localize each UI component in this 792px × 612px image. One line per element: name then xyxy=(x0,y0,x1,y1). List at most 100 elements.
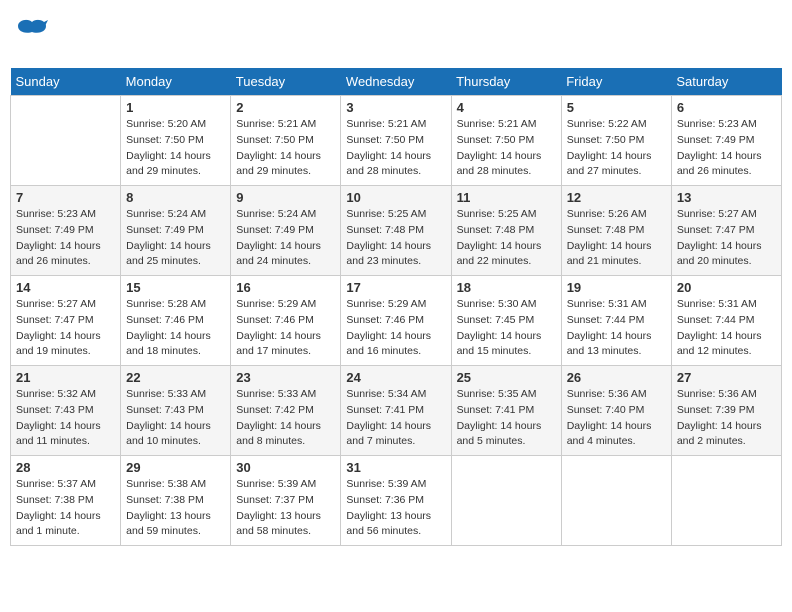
weekday-header-wednesday: Wednesday xyxy=(341,68,451,96)
calendar-cell: 17 Sunrise: 5:29 AMSunset: 7:46 PMDayligh… xyxy=(341,276,451,366)
day-number: 28 xyxy=(16,460,115,475)
calendar-cell xyxy=(671,456,781,546)
day-info: Sunrise: 5:27 AMSunset: 7:47 PMDaylight:… xyxy=(677,207,776,270)
calendar-cell: 13 Sunrise: 5:27 AMSunset: 7:47 PMDayligh… xyxy=(671,186,781,276)
day-info: Sunrise: 5:21 AMSunset: 7:50 PMDaylight:… xyxy=(236,117,335,180)
calendar-cell: 27 Sunrise: 5:36 AMSunset: 7:39 PMDayligh… xyxy=(671,366,781,456)
day-number: 4 xyxy=(457,100,556,115)
calendar-cell xyxy=(11,96,121,186)
day-number: 8 xyxy=(126,190,225,205)
calendar-week-3: 14 Sunrise: 5:27 AMSunset: 7:47 PMDayligh… xyxy=(11,276,782,366)
calendar-cell: 29 Sunrise: 5:38 AMSunset: 7:38 PMDayligh… xyxy=(121,456,231,546)
day-info: Sunrise: 5:36 AMSunset: 7:40 PMDaylight:… xyxy=(567,387,666,450)
calendar-cell: 26 Sunrise: 5:36 AMSunset: 7:40 PMDayligh… xyxy=(561,366,671,456)
calendar-cell: 18 Sunrise: 5:30 AMSunset: 7:45 PMDayligh… xyxy=(451,276,561,366)
day-info: Sunrise: 5:23 AMSunset: 7:49 PMDaylight:… xyxy=(16,207,115,270)
logo-text xyxy=(14,18,46,52)
day-number: 24 xyxy=(346,370,445,385)
day-number: 1 xyxy=(126,100,225,115)
weekday-header-friday: Friday xyxy=(561,68,671,96)
day-number: 6 xyxy=(677,100,776,115)
calendar-week-5: 28Sunrise: 5:37 AMSunset: 7:38 PMDayligh… xyxy=(11,456,782,546)
calendar-cell: 1 Sunrise: 5:20 AMSunset: 7:50 PMDaylight… xyxy=(121,96,231,186)
day-number: 11 xyxy=(457,190,556,205)
day-number: 15 xyxy=(126,280,225,295)
calendar-cell: 12Sunrise: 5:26 AMSunset: 7:48 PMDayligh… xyxy=(561,186,671,276)
calendar-cell: 24 Sunrise: 5:34 AMSunset: 7:41 PMDayligh… xyxy=(341,366,451,456)
calendar-cell: 30Sunrise: 5:39 AMSunset: 7:37 PMDayligh… xyxy=(231,456,341,546)
day-info: Sunrise: 5:34 AMSunset: 7:41 PMDaylight:… xyxy=(346,387,445,450)
day-info: Sunrise: 5:29 AMSunset: 7:46 PMDaylight:… xyxy=(236,297,335,360)
day-number: 26 xyxy=(567,370,666,385)
calendar-cell: 22 Sunrise: 5:33 AMSunset: 7:43 PMDayligh… xyxy=(121,366,231,456)
calendar-table: SundayMondayTuesdayWednesdayThursdayFrid… xyxy=(10,68,782,546)
day-number: 3 xyxy=(346,100,445,115)
day-info: Sunrise: 5:24 AMSunset: 7:49 PMDaylight:… xyxy=(126,207,225,270)
day-info: Sunrise: 5:32 AMSunset: 7:43 PMDaylight:… xyxy=(16,387,115,450)
calendar-cell: 2Sunrise: 5:21 AMSunset: 7:50 PMDaylight… xyxy=(231,96,341,186)
day-number: 22 xyxy=(126,370,225,385)
calendar-cell: 9Sunrise: 5:24 AMSunset: 7:49 PMDaylight… xyxy=(231,186,341,276)
day-number: 23 xyxy=(236,370,335,385)
logo-bird-icon xyxy=(16,18,48,46)
weekday-header-monday: Monday xyxy=(121,68,231,96)
page-header xyxy=(10,10,782,60)
calendar-cell: 4Sunrise: 5:21 AMSunset: 7:50 PMDaylight… xyxy=(451,96,561,186)
day-info: Sunrise: 5:25 AMSunset: 7:48 PMDaylight:… xyxy=(346,207,445,270)
calendar-cell: 20Sunrise: 5:31 AMSunset: 7:44 PMDayligh… xyxy=(671,276,781,366)
calendar-cell: 7Sunrise: 5:23 AMSunset: 7:49 PMDaylight… xyxy=(11,186,121,276)
day-number: 9 xyxy=(236,190,335,205)
day-info: Sunrise: 5:39 AMSunset: 7:36 PMDaylight:… xyxy=(346,477,445,540)
day-info: Sunrise: 5:28 AMSunset: 7:46 PMDaylight:… xyxy=(126,297,225,360)
calendar-cell: 14 Sunrise: 5:27 AMSunset: 7:47 PMDayligh… xyxy=(11,276,121,366)
calendar-cell: 23Sunrise: 5:33 AMSunset: 7:42 PMDayligh… xyxy=(231,366,341,456)
calendar-cell: 31Sunrise: 5:39 AMSunset: 7:36 PMDayligh… xyxy=(341,456,451,546)
day-number: 16 xyxy=(236,280,335,295)
calendar-cell: 16 Sunrise: 5:29 AMSunset: 7:46 PMDayligh… xyxy=(231,276,341,366)
day-number: 5 xyxy=(567,100,666,115)
calendar-cell: 10 Sunrise: 5:25 AMSunset: 7:48 PMDayligh… xyxy=(341,186,451,276)
calendar-cell: 8 Sunrise: 5:24 AMSunset: 7:49 PMDaylight… xyxy=(121,186,231,276)
weekday-header-row: SundayMondayTuesdayWednesdayThursdayFrid… xyxy=(11,68,782,96)
day-number: 14 xyxy=(16,280,115,295)
calendar-cell: 25 Sunrise: 5:35 AMSunset: 7:41 PMDayligh… xyxy=(451,366,561,456)
day-number: 12 xyxy=(567,190,666,205)
day-info: Sunrise: 5:29 AMSunset: 7:46 PMDaylight:… xyxy=(346,297,445,360)
weekday-header-sunday: Sunday xyxy=(11,68,121,96)
day-number: 19 xyxy=(567,280,666,295)
calendar-cell: 15 Sunrise: 5:28 AMSunset: 7:46 PMDayligh… xyxy=(121,276,231,366)
day-info: Sunrise: 5:22 AMSunset: 7:50 PMDaylight:… xyxy=(567,117,666,180)
weekday-header-thursday: Thursday xyxy=(451,68,561,96)
weekday-header-saturday: Saturday xyxy=(671,68,781,96)
calendar-cell xyxy=(561,456,671,546)
day-info: Sunrise: 5:36 AMSunset: 7:39 PMDaylight:… xyxy=(677,387,776,450)
calendar-cell: 28Sunrise: 5:37 AMSunset: 7:38 PMDayligh… xyxy=(11,456,121,546)
day-info: Sunrise: 5:20 AMSunset: 7:50 PMDaylight:… xyxy=(126,117,225,180)
day-number: 17 xyxy=(346,280,445,295)
day-number: 29 xyxy=(126,460,225,475)
calendar-cell xyxy=(451,456,561,546)
calendar-cell: 21Sunrise: 5:32 AMSunset: 7:43 PMDayligh… xyxy=(11,366,121,456)
calendar-cell: 5 Sunrise: 5:22 AMSunset: 7:50 PMDaylight… xyxy=(561,96,671,186)
logo[interactable] xyxy=(14,18,46,52)
day-info: Sunrise: 5:31 AMSunset: 7:44 PMDaylight:… xyxy=(567,297,666,360)
day-number: 13 xyxy=(677,190,776,205)
day-info: Sunrise: 5:38 AMSunset: 7:38 PMDaylight:… xyxy=(126,477,225,540)
day-number: 27 xyxy=(677,370,776,385)
day-info: Sunrise: 5:27 AMSunset: 7:47 PMDaylight:… xyxy=(16,297,115,360)
calendar-week-1: 1 Sunrise: 5:20 AMSunset: 7:50 PMDaylight… xyxy=(11,96,782,186)
day-info: Sunrise: 5:25 AMSunset: 7:48 PMDaylight:… xyxy=(457,207,556,270)
day-info: Sunrise: 5:23 AMSunset: 7:49 PMDaylight:… xyxy=(677,117,776,180)
day-number: 18 xyxy=(457,280,556,295)
day-number: 20 xyxy=(677,280,776,295)
day-info: Sunrise: 5:30 AMSunset: 7:45 PMDaylight:… xyxy=(457,297,556,360)
day-number: 10 xyxy=(346,190,445,205)
day-info: Sunrise: 5:35 AMSunset: 7:41 PMDaylight:… xyxy=(457,387,556,450)
day-number: 25 xyxy=(457,370,556,385)
calendar-cell: 11 Sunrise: 5:25 AMSunset: 7:48 PMDayligh… xyxy=(451,186,561,276)
weekday-header-tuesday: Tuesday xyxy=(231,68,341,96)
day-info: Sunrise: 5:33 AMSunset: 7:43 PMDaylight:… xyxy=(126,387,225,450)
calendar-week-4: 21Sunrise: 5:32 AMSunset: 7:43 PMDayligh… xyxy=(11,366,782,456)
calendar-week-2: 7Sunrise: 5:23 AMSunset: 7:49 PMDaylight… xyxy=(11,186,782,276)
calendar-body: 1 Sunrise: 5:20 AMSunset: 7:50 PMDaylight… xyxy=(11,96,782,546)
